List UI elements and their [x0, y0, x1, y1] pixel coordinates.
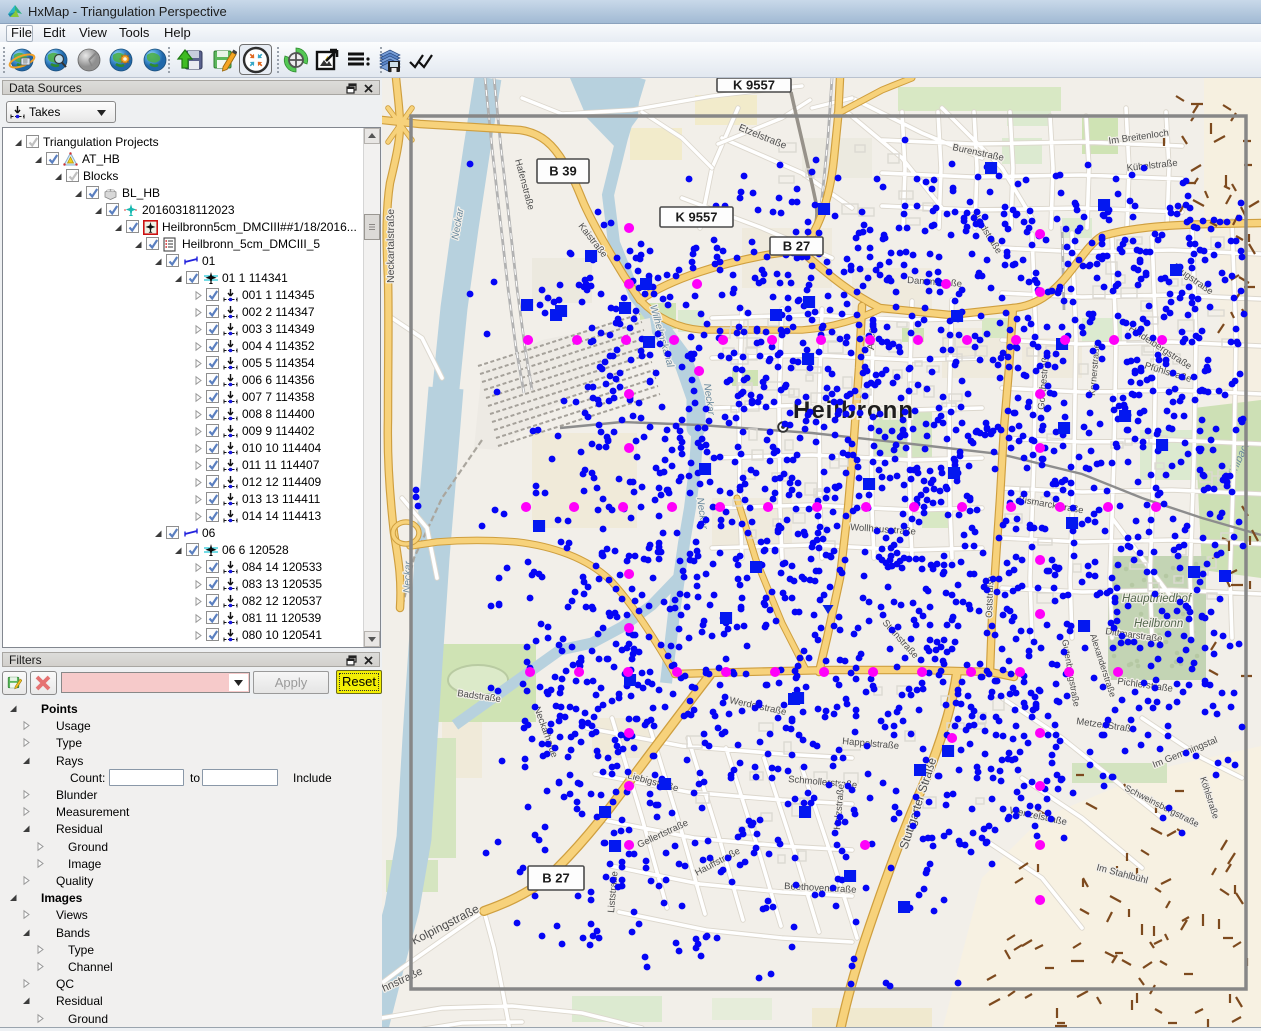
svg-text:B 27: B 27 — [783, 239, 810, 254]
svg-text:K 9557: K 9557 — [733, 78, 775, 93]
svg-text:B 27: B 27 — [542, 871, 569, 886]
svg-text:B 39: B 39 — [549, 164, 576, 179]
svg-text:Neckartalstraße: Neckartalstraße — [385, 209, 397, 283]
svg-text:Heilbronn: Heilbronn — [1134, 618, 1183, 630]
svg-text:K 9557: K 9557 — [676, 210, 718, 225]
